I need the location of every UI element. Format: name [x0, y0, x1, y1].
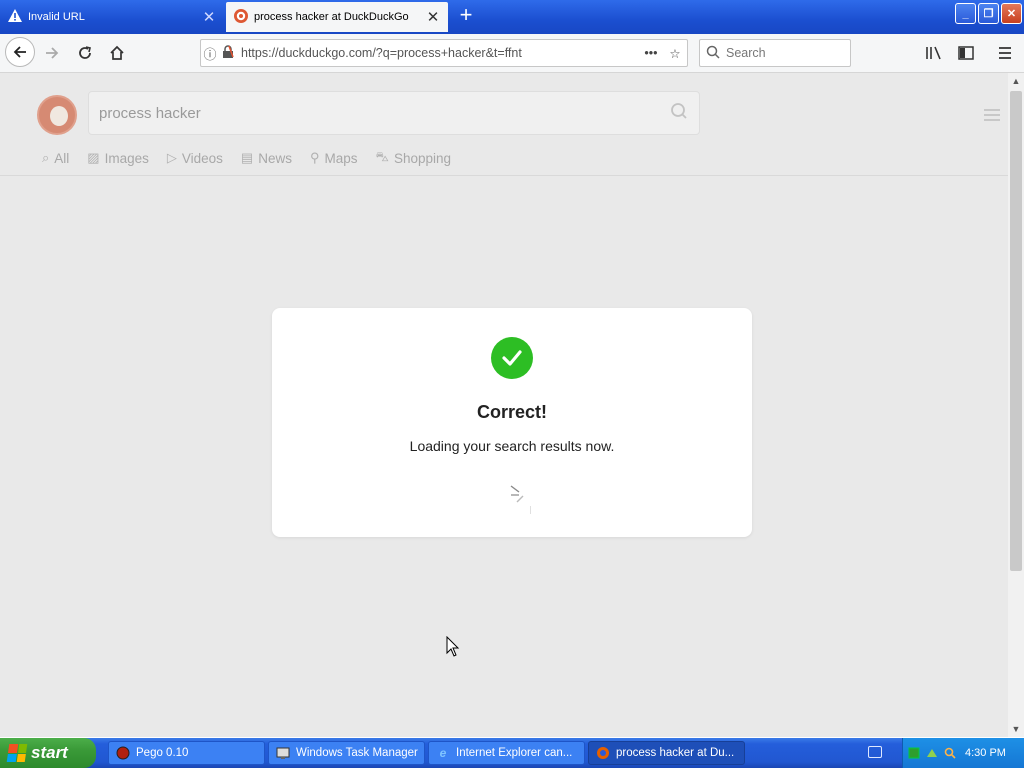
page-content: process hacker ⌕ All ▨ Images ▷ Videos ▤ New…: [0, 73, 1008, 737]
bookmark-star-icon[interactable]: ☆: [663, 46, 687, 61]
menu-button[interactable]: [991, 39, 1019, 67]
new-tab-button[interactable]: +: [455, 4, 477, 28]
task-label: process hacker at Du...: [616, 747, 735, 759]
tab-all[interactable]: ⌕ All: [42, 149, 69, 167]
pego-icon: [115, 745, 131, 761]
home-icon: [110, 45, 124, 60]
tab-title: Invalid URL: [28, 11, 85, 23]
task-label: Pego 0.10: [136, 747, 189, 759]
tab-news[interactable]: ▤ News: [241, 149, 292, 167]
play-icon: ▷: [166, 150, 177, 165]
tabs-divider: [0, 175, 1008, 176]
tab-title: process hacker at DuckDuckGo: [254, 11, 409, 23]
ie-icon: e: [439, 746, 447, 760]
taskbar-item-firefox[interactable]: process hacker at Du...: [588, 741, 745, 765]
bag-icon: ⛍: [375, 149, 389, 164]
task-manager-icon: [275, 745, 291, 761]
sidebar-icon: [958, 46, 974, 60]
tab-label: Images: [104, 150, 149, 166]
warning-icon: [8, 9, 22, 25]
url-text: https://duckduckgo.com/?q=process+hacker…: [241, 46, 522, 60]
forward-button[interactable]: [38, 39, 66, 67]
image-icon: ▨: [87, 150, 100, 165]
start-button[interactable]: start: [0, 738, 96, 768]
tab-label: Shopping: [393, 150, 451, 166]
success-check-icon: [491, 337, 533, 379]
window-controls: _ ❐ ✕: [955, 3, 1022, 24]
browser-search-box[interactable]: Search: [699, 39, 851, 67]
home-button[interactable]: [103, 39, 131, 67]
back-button[interactable]: [5, 37, 35, 67]
firefox-icon: [595, 745, 611, 761]
search-placeholder: Search: [726, 46, 766, 60]
library-button[interactable]: [920, 39, 948, 67]
url-bar[interactable]: ⓘ https://duckduckgo.com/?q=process+hack…: [200, 39, 688, 67]
modal-title: Correct!: [476, 402, 547, 422]
browser-titlebar: Invalid URL ✕ process hacker at DuckDuck…: [0, 0, 1024, 34]
restore-button[interactable]: ❐: [978, 3, 999, 24]
taskbar-item-pego[interactable]: Pego 0.10: [108, 741, 265, 765]
challenge-success-modal: Correct! Loading your search results now…: [272, 308, 752, 537]
scroll-thumb[interactable]: [1010, 91, 1022, 571]
sidebar-button[interactable]: [952, 39, 980, 67]
network-icon[interactable]: [925, 746, 939, 760]
system-tray: 4:30 PM: [902, 738, 1024, 768]
newspaper-icon: ▤: [240, 150, 254, 165]
tab-duckduckgo[interactable]: process hacker at DuckDuckGo ✕: [226, 2, 448, 32]
close-window-button[interactable]: ✕: [1001, 3, 1022, 24]
forward-arrow-icon: [46, 47, 59, 59]
duckduckgo-icon: [234, 8, 248, 26]
page-actions-icon[interactable]: •••: [639, 46, 663, 60]
taskbar-item-internet-explorer[interactable]: e Internet Explorer can...: [428, 741, 585, 765]
duckduckgo-logo[interactable]: [37, 95, 77, 135]
ddg-tabs: ⌕ All ▨ Images ▷ Videos ▤ News ⚲ Maps ⛍ Shoppi…: [42, 149, 451, 167]
tab-label: News: [258, 150, 292, 166]
ddg-search-field[interactable]: process hacker: [88, 91, 700, 135]
modal-subtitle: Loading your search results now.: [409, 438, 615, 454]
ddg-menu-icon[interactable]: [984, 109, 1000, 121]
lock-icon: [219, 45, 237, 61]
close-tab-icon[interactable]: ✕: [426, 8, 440, 26]
tab-videos[interactable]: ▷ Videos: [167, 149, 223, 167]
loading-spinner-icon: [491, 481, 532, 517]
tab-maps[interactable]: ⚲ Maps: [310, 149, 358, 167]
navigation-toolbar: ⓘ https://duckduckgo.com/?q=process+hack…: [0, 34, 1024, 73]
start-label: start: [31, 743, 68, 762]
tab-label: Videos: [181, 150, 223, 166]
clock: 4:30 PM: [965, 747, 1006, 759]
taskbar-item-task-manager[interactable]: Windows Task Manager: [268, 741, 425, 765]
hamburger-menu-icon: [999, 47, 1011, 59]
search-tray-icon[interactable]: [943, 746, 957, 760]
tray-app-icon[interactable]: [907, 746, 921, 760]
tab-images[interactable]: ▨ Images: [87, 149, 149, 167]
vertical-scrollbar[interactable]: ▲ ▼: [1008, 73, 1024, 737]
reload-button[interactable]: [71, 39, 99, 67]
reload-icon: [79, 46, 91, 59]
windows-taskbar: start Pego 0.10 Windows Task Manager e I…: [0, 738, 1024, 768]
windows-flag-icon: [6, 744, 28, 762]
task-label: Internet Explorer can...: [456, 747, 573, 759]
tab-invalid-url[interactable]: Invalid URL ✕: [0, 2, 224, 32]
search-icon: ⌕: [42, 150, 50, 165]
close-tab-icon[interactable]: ✕: [202, 8, 216, 26]
scroll-down-arrow-icon[interactable]: ▼: [1008, 721, 1024, 737]
task-label: Windows Task Manager: [296, 747, 418, 759]
keyboard-icon[interactable]: [868, 746, 882, 758]
ddg-query-text: process hacker: [99, 104, 201, 122]
search-icon: [700, 45, 726, 62]
tab-label: Maps: [324, 150, 358, 166]
library-icon: [926, 46, 941, 60]
minimize-button[interactable]: _: [955, 3, 976, 24]
tab-label: All: [54, 150, 70, 166]
search-icon[interactable]: [659, 102, 699, 125]
mouse-pointer-icon: [446, 635, 460, 663]
map-pin-icon: ⚲: [309, 150, 320, 165]
back-arrow-icon: [13, 46, 26, 58]
tab-shopping[interactable]: ⛍ Shopping: [376, 149, 451, 167]
scroll-up-arrow-icon[interactable]: ▲: [1008, 73, 1024, 89]
info-icon[interactable]: ⓘ: [201, 44, 219, 63]
